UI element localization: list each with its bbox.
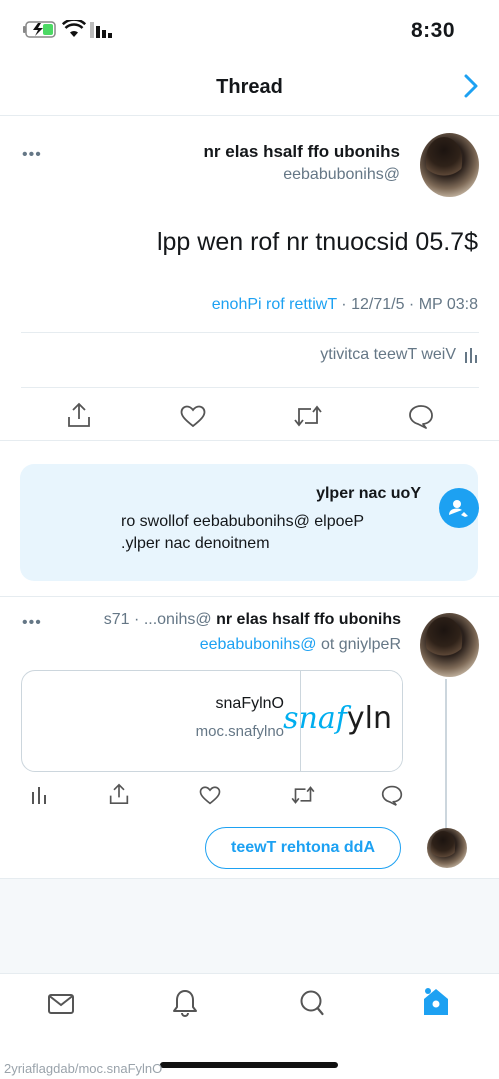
divider	[0, 440, 499, 441]
share-icon[interactable]	[67, 402, 91, 428]
retweet-icon[interactable]	[290, 785, 316, 805]
reply-separator: ·	[134, 611, 140, 628]
add-another-tweet-button[interactable]: Add another Tweet	[205, 827, 401, 869]
wifi-icon	[62, 20, 86, 37]
tweet-text: $7.50 discount rn for new ppl	[156, 228, 478, 256]
tweet-source-link[interactable]: Twitter for iPhone	[212, 296, 337, 313]
reply-author-line[interactable]: shinobu off flash sale rn @shino... · 17…	[104, 611, 401, 629]
card-title: OnlyFans	[215, 695, 284, 712]
battery-icon	[23, 21, 56, 38]
logo-accent: fans	[283, 701, 347, 736]
author-handle[interactable]: @shinobubabee	[283, 166, 400, 184]
reply-permission-icon	[439, 488, 479, 528]
thread-connector-line	[445, 679, 447, 829]
reply-icon[interactable]	[408, 403, 434, 429]
replying-to-line: Replying to @shinobubabee	[200, 636, 401, 654]
meta-separator: ·	[341, 296, 347, 313]
replying-to-prefix: Replying to	[320, 636, 401, 653]
author-avatar[interactable]	[420, 133, 479, 197]
status-time: 8:30	[410, 19, 455, 42]
share-icon[interactable]	[109, 783, 129, 805]
tweet-date: 5/17/21	[351, 296, 405, 313]
empty-background	[0, 878, 499, 973]
reply-age: 17s	[103, 611, 130, 628]
reply-display-name: shinobu off flash sale rn	[216, 611, 401, 628]
home-indicator[interactable]	[160, 1062, 338, 1068]
page-title: Thread	[216, 76, 283, 98]
reply-notice-description: People @shinobubabee follows or mentione…	[121, 513, 365, 552]
reply-icon[interactable]	[381, 784, 403, 806]
reply-more-options-icon[interactable]: •••	[22, 614, 42, 632]
activity-bars-icon	[465, 348, 477, 363]
tweet-activity-icon[interactable]	[31, 786, 47, 804]
like-heart-icon[interactable]	[199, 786, 221, 805]
retweet-icon[interactable]	[293, 404, 323, 428]
divider	[21, 332, 479, 333]
tweet-meta: 8:30 PM · 5/17/21 · Twitter for iPhone	[212, 296, 478, 314]
tweet-time: 8:30 PM	[418, 296, 478, 313]
like-heart-icon[interactable]	[180, 405, 206, 428]
divider	[0, 596, 499, 597]
card-url: onlyfans.com	[195, 723, 284, 740]
divider	[21, 387, 479, 388]
card-logo: nlyfans	[283, 701, 392, 736]
more-options-icon[interactable]: •••	[22, 146, 42, 164]
reply-notice-title: You can reply	[316, 485, 421, 502]
search-icon[interactable]	[297, 989, 325, 1017]
home-icon[interactable]	[421, 985, 451, 1017]
top-navigation-bar: Thread	[0, 58, 499, 116]
composer-avatar	[427, 828, 467, 868]
messages-icon[interactable]	[47, 993, 75, 1015]
link-preview-card[interactable]: nlyfans OnlyFans onlyfans.com	[21, 670, 403, 772]
card-thumbnail: nlyfans	[283, 671, 402, 771]
status-bar: 8:30	[0, 0, 499, 58]
view-tweet-activity[interactable]: View Tweet activity	[320, 346, 478, 364]
notifications-icon[interactable]	[172, 988, 198, 1018]
activity-label: View Tweet activity	[320, 346, 456, 363]
replying-to-handle[interactable]: @shinobubabee	[200, 636, 317, 653]
reply-handle: @shino...	[143, 611, 212, 628]
logo-text: nly	[346, 701, 392, 736]
meta-separator: ·	[408, 296, 415, 313]
reply-author-avatar[interactable]	[420, 613, 479, 677]
watermark-text: OnlyFans.com/badgalfairy2	[4, 1061, 163, 1076]
author-display-name[interactable]: shinobu off flash sale rn	[204, 142, 400, 162]
signal-icon	[90, 22, 112, 38]
back-chevron-icon[interactable]	[457, 72, 485, 100]
